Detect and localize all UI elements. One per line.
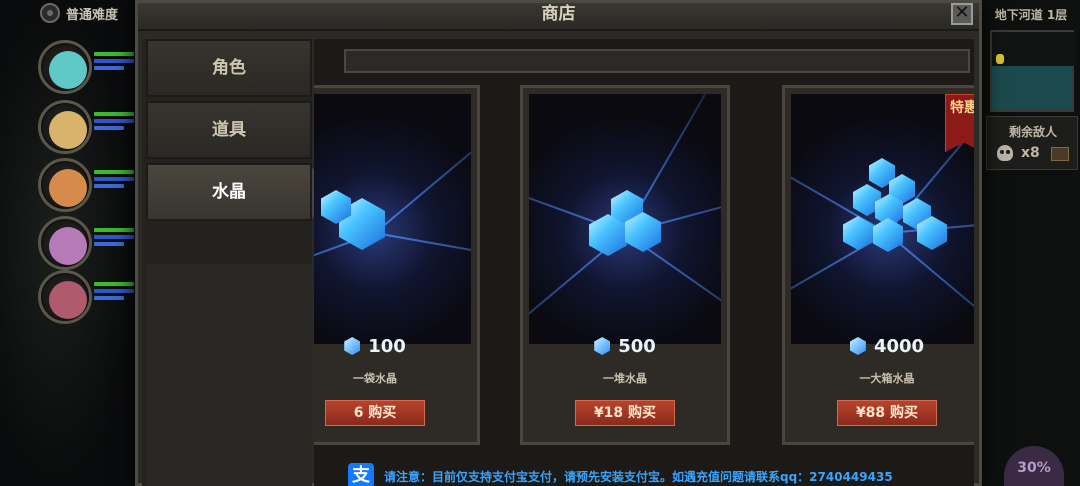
exp-bar <box>94 66 124 70</box>
shop-item-card[interactable]: 100 一袋水晶 6 购买 <box>314 85 480 445</box>
hero-slot-2[interactable] <box>38 100 138 154</box>
hero-avatar <box>49 227 87 265</box>
hero-portrait-frame <box>38 270 92 324</box>
shop-title: 商店 <box>541 4 576 24</box>
chest-icon <box>1051 147 1069 161</box>
hp-bar <box>94 228 134 232</box>
crystal-icon <box>849 337 866 355</box>
gear-icon[interactable] <box>40 3 60 23</box>
enemy-label: 剩余敌人 <box>1008 125 1057 139</box>
notice-text: 请注意：目前仅支持支付宝支付，请预先安装支付宝。如遇充值问题请联系qq：2740… <box>384 469 893 484</box>
shop-content: 100 一袋水晶 6 购买 500 一堆水晶 ¥18 购买 特惠 4000 一大… <box>314 39 974 486</box>
item-name: 一袋水晶 <box>353 372 397 385</box>
hp-bar <box>94 52 134 56</box>
crystal-artwork <box>529 94 721 344</box>
mp-bar <box>94 235 134 239</box>
buy-button[interactable]: 6 购买 <box>325 400 425 426</box>
skull-icon <box>997 145 1013 161</box>
tab-panel-filler <box>146 264 312 486</box>
amount-value: 500 <box>618 336 656 357</box>
mp-bar <box>94 119 134 123</box>
hero-avatar <box>49 51 87 89</box>
payment-notice: 支 请注意：目前仅支持支付宝支付，请预先安装支付宝。如遇充值问题请联系qq：27… <box>348 463 893 486</box>
shop-item-card[interactable]: 500 一堆水晶 ¥18 购买 <box>520 85 730 445</box>
alipay-icon: 支 <box>348 463 374 486</box>
shop-item-card[interactable]: 特惠 4000 一大箱水晶 ¥88 购买 <box>782 85 974 445</box>
item-name: 一大箱水晶 <box>859 372 915 385</box>
hero-portrait-frame <box>38 40 92 94</box>
crystal-gem-icon <box>873 218 903 252</box>
crystal-icon <box>594 337 611 355</box>
difficulty-label: 普通难度 <box>66 7 119 23</box>
mp-bar <box>94 289 134 293</box>
hp-bar <box>94 282 134 286</box>
hp-bar <box>94 112 134 116</box>
enemy-counter: 剩余敌人 x8 <box>986 116 1078 170</box>
crystal-icon <box>344 337 361 355</box>
hero-avatar <box>49 169 87 207</box>
buy-button[interactable]: ¥88 购买 <box>837 400 937 426</box>
crystal-amount: 500 <box>523 336 727 357</box>
light-ray <box>791 231 888 344</box>
hero-slot-4[interactable] <box>38 216 138 270</box>
hero-portrait-frame <box>38 100 92 154</box>
amount-value: 100 <box>368 336 406 357</box>
amount-value: 4000 <box>873 336 925 357</box>
minimap[interactable] <box>990 30 1076 112</box>
light-ray <box>374 231 471 272</box>
hero-portrait-frame <box>38 158 92 212</box>
hero-slot-1[interactable] <box>38 40 138 94</box>
exp-bar <box>94 126 124 130</box>
crystal-amount: 4000 <box>785 336 974 357</box>
shop-header: 商店 ✕ <box>138 3 979 31</box>
shop-tabs: 角色 道具 水晶 <box>142 39 328 486</box>
mp-bar <box>94 177 134 181</box>
light-ray <box>374 94 471 234</box>
tab-crystals[interactable]: 水晶 <box>146 163 328 221</box>
hp-bar <box>94 170 134 174</box>
item-name: 一堆水晶 <box>603 372 647 385</box>
hero-avatar <box>49 281 87 319</box>
lamp-icon <box>996 54 1004 64</box>
hero-slot-3[interactable] <box>38 158 138 212</box>
exp-bar <box>94 184 124 188</box>
hero-slot-5[interactable] <box>38 270 138 324</box>
tab-items[interactable]: 道具 <box>146 101 312 159</box>
content-header-bar <box>344 49 970 73</box>
crystal-artwork <box>314 94 471 344</box>
minimap-wall <box>992 32 1076 66</box>
close-button[interactable]: ✕ <box>951 3 973 25</box>
map-title: 地下河道 1层 <box>994 8 1068 22</box>
exp-bar <box>94 242 124 246</box>
special-offer-badge: 特惠 <box>945 94 974 152</box>
difficulty-indicator[interactable]: 普通难度 <box>40 2 118 24</box>
buy-button[interactable]: ¥18 购买 <box>575 400 675 426</box>
shop-modal: 商店 ✕ 角色 道具 水晶 100 一袋水晶 6 购买 500 一堆水晶 ¥18… <box>135 0 982 486</box>
hero-portrait-frame <box>38 216 92 270</box>
hero-avatar <box>49 111 87 149</box>
enemy-count: x8 <box>1021 145 1040 161</box>
tab-characters[interactable]: 角色 <box>146 39 312 97</box>
exp-bar <box>94 296 124 300</box>
crystal-amount: 100 <box>314 336 477 357</box>
mp-bar <box>94 59 134 63</box>
